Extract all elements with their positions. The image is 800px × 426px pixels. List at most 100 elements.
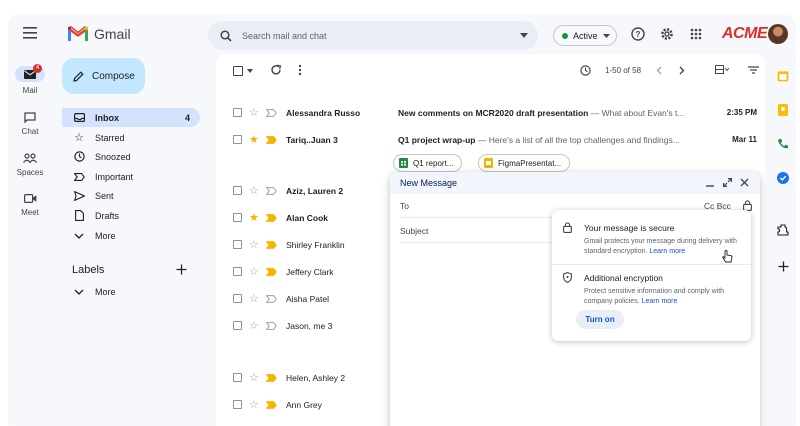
attachment-label: Q1 report...	[413, 158, 454, 168]
density-icon[interactable]	[715, 65, 729, 74]
pagination-label: 1-50 of 58	[605, 66, 642, 75]
star-icon[interactable]: ☆	[249, 319, 259, 332]
labels-more[interactable]: More	[62, 282, 200, 301]
avatar[interactable]	[768, 24, 788, 44]
important-marker-icon[interactable]	[265, 240, 277, 249]
slides-icon	[484, 158, 493, 168]
snooze-clock-icon[interactable]	[580, 65, 591, 76]
search-icon[interactable]	[220, 29, 232, 42]
row-snippet: — Here's a list of all the top challenge…	[475, 134, 680, 145]
search-input[interactable]: Search mail and chat	[242, 31, 327, 41]
help-icon[interactable]: ?	[631, 27, 645, 41]
row-checkbox[interactable]	[233, 294, 242, 303]
addon-icon[interactable]	[775, 222, 791, 238]
tasks-icon[interactable]	[775, 170, 791, 186]
learn-more-link[interactable]: Learn more	[642, 298, 678, 305]
sheets-icon	[399, 158, 408, 168]
row-checkbox[interactable]	[233, 213, 242, 222]
row-checkbox[interactable]	[233, 400, 242, 409]
row-checkbox[interactable]	[233, 267, 242, 276]
row-checkbox[interactable]	[233, 186, 242, 195]
popup-divider	[552, 264, 751, 265]
gmail-window: Gmail Search mail and chat Active ? ACME…	[8, 14, 796, 426]
next-page-icon[interactable]	[679, 66, 685, 75]
row-sender: Aisha Patel	[286, 293, 329, 304]
row-checkbox[interactable]	[233, 108, 242, 117]
select-all-checkbox[interactable]	[233, 66, 243, 76]
status-label: Active	[573, 30, 598, 41]
turn-on-button[interactable]: Turn on	[576, 310, 624, 329]
table-row[interactable]: ☆ Alessandra Russo New comments on MCR2020…	[216, 99, 765, 126]
star-icon[interactable]: ☆	[249, 106, 259, 119]
row-sender: Jason, me 3	[286, 320, 333, 331]
row-checkbox[interactable]	[233, 321, 242, 330]
pencil-icon	[73, 70, 84, 82]
row-sender: Jeffery Clark	[286, 266, 334, 277]
calendar-icon[interactable]	[775, 68, 791, 84]
refresh-icon[interactable]	[270, 64, 282, 76]
nav-item-drafts[interactable]: Drafts	[62, 206, 200, 225]
rail-item-meet[interactable]: Meet	[8, 191, 52, 217]
keep-icon[interactable]	[775, 102, 791, 118]
search-bar[interactable]: Search mail and chat	[208, 21, 538, 50]
nav-item-starred[interactable]: ☆ Starred	[62, 128, 200, 147]
rail-item-spaces[interactable]: Spaces	[8, 151, 52, 177]
add-addon-icon[interactable]	[775, 258, 791, 274]
star-icon[interactable]: ☆	[249, 238, 259, 251]
row-checkbox[interactable]	[233, 373, 242, 382]
nav-item-sent[interactable]: Sent	[62, 186, 200, 205]
rail-item-chat[interactable]: Chat	[8, 110, 52, 136]
more-options-icon[interactable]	[298, 64, 302, 76]
star-icon[interactable]: ☆	[249, 398, 259, 411]
star-icon[interactable]: ★	[249, 133, 259, 146]
star-icon[interactable]: ☆	[249, 265, 259, 278]
table-row[interactable]: ★ Tariq..Juan 3 Q1 project wrap-up — Here'…	[216, 126, 765, 153]
attachment-chip-figma[interactable]: FigmaPresentat...	[478, 154, 571, 172]
filter-icon[interactable]	[748, 66, 759, 74]
status-selector[interactable]: Active	[553, 25, 617, 46]
brand-logo: ACME	[722, 25, 768, 42]
star-icon[interactable]: ★	[249, 211, 259, 224]
minimize-icon[interactable]	[706, 181, 714, 187]
important-marker-icon[interactable]	[265, 400, 277, 409]
attachment-chip-q1[interactable]: Q1 report...	[393, 154, 463, 172]
important-marker-icon[interactable]	[265, 135, 277, 144]
star-icon[interactable]: ☆	[249, 371, 259, 384]
new-message-header[interactable]: New Message	[390, 172, 760, 194]
row-subject-text: Q1 project wrap-up	[398, 134, 476, 145]
learn-more-link[interactable]: Learn more	[649, 248, 685, 255]
nav-item-inbox[interactable]: Inbox 4	[62, 108, 200, 127]
phone-icon[interactable]	[775, 136, 791, 152]
important-marker-icon[interactable]	[265, 294, 277, 303]
star-icon[interactable]: ☆	[249, 292, 259, 305]
search-options-icon[interactable]	[520, 33, 528, 38]
select-dropdown-icon[interactable]	[247, 69, 253, 73]
important-marker-icon[interactable]	[265, 213, 277, 222]
add-label-icon[interactable]	[176, 264, 187, 275]
rail-item-mail[interactable]: 4 Mail	[8, 64, 52, 95]
compose-button[interactable]: Compose	[62, 58, 145, 94]
important-marker-icon[interactable]	[265, 373, 277, 382]
rail-label-mail: Mail	[22, 86, 38, 95]
apps-grid-icon[interactable]	[690, 28, 702, 40]
important-marker-icon[interactable]	[265, 108, 277, 117]
row-checkbox[interactable]	[233, 240, 242, 249]
close-icon[interactable]	[740, 178, 749, 187]
expand-icon[interactable]	[723, 178, 732, 187]
gmail-logo-icon[interactable]	[68, 26, 88, 41]
important-marker-icon[interactable]	[265, 267, 277, 276]
important-marker-icon[interactable]	[265, 186, 277, 195]
gear-icon[interactable]	[660, 27, 674, 41]
nav-item-snoozed[interactable]: Snoozed	[62, 147, 200, 166]
nav-item-important[interactable]: Important	[62, 167, 200, 186]
prev-page-icon[interactable]	[656, 66, 662, 75]
nav-item-more[interactable]: More	[62, 226, 200, 245]
row-snippet: — What about Evan's t...	[588, 107, 685, 118]
star-icon[interactable]: ☆	[249, 184, 259, 197]
nav-label-drafts: Drafts	[95, 210, 120, 221]
main-menu-icon[interactable]	[23, 27, 37, 39]
rail-label-chat: Chat	[21, 127, 39, 136]
important-marker-icon[interactable]	[265, 321, 277, 330]
row-date: 2:35 PM	[726, 108, 757, 117]
row-checkbox[interactable]	[233, 135, 242, 144]
